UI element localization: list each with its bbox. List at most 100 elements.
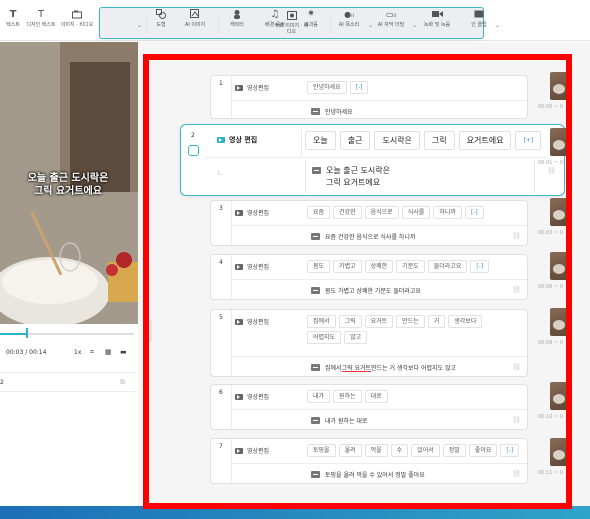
word-chip[interactable]: 거 bbox=[427, 315, 446, 328]
clip-label: 영상 편집 bbox=[217, 135, 257, 145]
word-chips: 토핑을 올려 먹을 수 있어서 정말 좋아요 [-] bbox=[307, 444, 520, 457]
subtitle-icon bbox=[311, 287, 320, 294]
tool-ai-dubbing[interactable]: ▭ᵢₗ AI 자막 더빙 bbox=[372, 7, 410, 29]
link-icon[interactable]: ⛓ bbox=[512, 470, 521, 478]
clip-card-7[interactable]: 7 영상편집 토핑을 올려 먹을 수 있어서 정말 좋아요 [-] 토핑을 올려… bbox=[210, 438, 528, 484]
word-chip[interactable]: 생각보다 bbox=[448, 315, 483, 328]
word-chip[interactable]: 가볍고 bbox=[333, 260, 362, 273]
add-word-button[interactable]: [-] bbox=[500, 444, 520, 457]
word-chip[interactable]: 몸도 bbox=[307, 260, 331, 273]
open-icon[interactable]: ⧉ bbox=[120, 378, 125, 387]
clip-sentence[interactable]: 몸도 가볍고 상쾌한 기분도 들더라고요 bbox=[311, 286, 421, 295]
add-word-button[interactable]: [-] bbox=[349, 81, 369, 94]
tool-media[interactable]: 이미지 · 비디오 bbox=[58, 7, 96, 28]
clip-thumbnail[interactable] bbox=[550, 72, 568, 100]
playback-controls: 00:03 / 00:14 1x ⌗ ▦ ▬ bbox=[0, 324, 138, 360]
chevron-down-icon[interactable]: ⌄ bbox=[495, 22, 500, 29]
clip-thumbnail[interactable] bbox=[550, 308, 568, 336]
word-chip[interactable]: 먹을 bbox=[364, 444, 388, 457]
tool-music[interactable]: ♫ 배경 음악 bbox=[256, 7, 294, 29]
word-chip[interactable]: 대로 bbox=[364, 390, 388, 403]
link-icon[interactable]: ⛓ bbox=[512, 416, 521, 424]
word-chip[interactable]: 음식으로 bbox=[364, 206, 399, 219]
add-word-button[interactable]: [-] bbox=[470, 260, 490, 273]
tool-ai-image[interactable]: AI 이미지 bbox=[176, 7, 214, 28]
progress-handle[interactable] bbox=[26, 328, 28, 338]
word-chips: 내가 원하는 대로 bbox=[307, 390, 388, 403]
word-chip[interactable]: 건강한 bbox=[333, 206, 362, 219]
subtitle-icon bbox=[311, 233, 320, 240]
word-chip[interactable]: 출근 bbox=[339, 131, 371, 150]
word-chip[interactable]: 식사를 bbox=[401, 206, 431, 219]
clip-thumbnail[interactable] bbox=[550, 382, 568, 410]
word-chip[interactable]: 그릭 bbox=[423, 131, 455, 150]
video-clip-icon bbox=[235, 447, 243, 454]
word-chip[interactable]: 않고 bbox=[344, 331, 368, 344]
clip-sentence[interactable]: 요즘 건강한 음식으로 식사를 하니까 bbox=[311, 232, 415, 241]
speed-button[interactable]: 1x bbox=[74, 349, 81, 356]
tool-sfx[interactable]: ✷ 효과음 bbox=[292, 7, 330, 28]
clip-sentence[interactable]: 오늘 출근 도시락은 그릭 요거트에요 bbox=[305, 161, 535, 193]
word-chip[interactable]: 들더라고요 bbox=[427, 260, 468, 273]
word-chip[interactable]: 그릭 bbox=[338, 315, 362, 328]
tool-character[interactable]: 캐릭터 bbox=[218, 7, 256, 28]
video-subtitle: 오늘 출근 도시락은 그릭 요거트에요 bbox=[27, 173, 109, 197]
tool-clip[interactable]: 인 클립 bbox=[460, 7, 498, 28]
link-icon[interactable]: ⛓ bbox=[512, 286, 521, 294]
clip-thumbnail[interactable] bbox=[550, 128, 568, 156]
fit-screen-icon[interactable]: ⌗ bbox=[90, 348, 94, 357]
word-chip[interactable]: 수 bbox=[390, 444, 409, 457]
tool-ai-voice[interactable]: ●ᵢₗ AI 목소리 bbox=[330, 7, 368, 29]
word-chip[interactable]: 기분도 bbox=[396, 260, 425, 273]
clip-card-6[interactable]: 6 영상편집 내가 원하는 대로 내가 원하는 대로 ⛓ bbox=[210, 384, 528, 430]
clip-thumbnail[interactable] bbox=[550, 198, 568, 226]
word-chip[interactable]: 도시락은 bbox=[374, 131, 420, 150]
clip-sentence[interactable]: 안녕하세요 bbox=[311, 107, 353, 116]
word-chip[interactable]: 요거트 bbox=[364, 315, 394, 328]
clip-select-checkbox[interactable] bbox=[188, 145, 199, 156]
clip-sentence[interactable]: 토핑을 올려 먹을 수 있어서 정말 좋아요 bbox=[311, 470, 425, 479]
clip-card-3[interactable]: 3 영상편집 요즘 건강한 음식으로 식사를 하니까 [-] 요즘 건강한 음식… bbox=[210, 200, 528, 246]
word-chip[interactable]: 어렵지도 bbox=[307, 331, 342, 344]
word-chip[interactable]: 안녕하세요 bbox=[307, 81, 347, 94]
word-chip[interactable]: 올려 bbox=[338, 444, 362, 457]
word-chip[interactable]: 요즘 bbox=[307, 206, 331, 219]
caption-icon[interactable]: ▬ bbox=[120, 348, 127, 356]
record-icon bbox=[431, 7, 443, 21]
word-chip[interactable]: 정말 bbox=[442, 444, 466, 457]
clip-sentence[interactable]: 집에서 그릭 요거트 만드는 거 생각보다 어렵지도 않고 bbox=[311, 363, 456, 372]
word-chip[interactable]: 상쾌한 bbox=[364, 260, 394, 273]
clip-thumbnail[interactable] bbox=[550, 252, 568, 280]
word-chip[interactable]: 토핑을 bbox=[307, 444, 336, 457]
word-chip[interactable]: 내가 bbox=[307, 390, 331, 403]
word-chip[interactable]: 요거트에요 bbox=[458, 131, 512, 150]
word-chip[interactable]: 만드는 bbox=[396, 315, 425, 328]
clip-card-1[interactable]: 1 영상편집 안녕하세요 [-] 안녕하세요 bbox=[210, 75, 528, 119]
add-word-button[interactable]: [-] bbox=[464, 206, 484, 219]
word-chip[interactable]: 원하는 bbox=[333, 390, 362, 403]
sfx-icon: ✷ bbox=[307, 9, 315, 19]
clip-card-5[interactable]: 5 영상편집 집에서 그릭 요거트 만드는 거 생각보다 어렵지도 않고 집에서… bbox=[210, 309, 528, 377]
clip-card-4[interactable]: 4 영상편집 몸도 가볍고 상쾌한 기분도 들더라고요 [-] 몸도 가볍고 상… bbox=[210, 254, 528, 300]
tool-design-text[interactable]: T 디자인 텍스트 bbox=[22, 7, 60, 29]
link-icon[interactable]: ⛓ bbox=[512, 363, 521, 371]
word-chip[interactable]: 집에서 bbox=[307, 315, 336, 328]
clip-sentence[interactable]: 내가 원하는 대로 bbox=[311, 416, 367, 425]
clip-card-2-active[interactable]: 2 영상 편집 오늘 출근 도시락은 그릭 요거트에요 [+] ∟ 오늘 출근 … bbox=[180, 124, 565, 196]
word-chip[interactable]: 좋아요 bbox=[468, 444, 498, 457]
panel-resize-handle[interactable]: ‹ bbox=[144, 320, 152, 342]
video-clip-icon bbox=[235, 209, 243, 216]
chevron-down-icon[interactable]: ⌄ bbox=[412, 22, 417, 29]
word-chip[interactable]: 오늘 bbox=[305, 131, 336, 150]
word-chip[interactable]: 하니까 bbox=[433, 206, 462, 219]
tool-shape[interactable]: 도형 bbox=[142, 7, 180, 28]
word-chip[interactable]: 있어서 bbox=[411, 444, 440, 457]
list-item[interactable]: 2 ⧉ bbox=[0, 372, 138, 392]
video-preview[interactable]: 오늘 출근 도시락은 그릭 요거트에요 bbox=[0, 42, 138, 324]
grid-icon[interactable]: ▦ bbox=[105, 348, 112, 356]
link-icon[interactable]: ⛓ bbox=[512, 232, 521, 240]
toolbar: T 텍스트 T 디자인 텍스트 이미지 · 비디오 무료 이미지 · 비디오 ⌄ 도… bbox=[0, 5, 590, 41]
tool-record[interactable]: 녹화 및 녹음 bbox=[418, 7, 456, 28]
progress-track[interactable] bbox=[28, 333, 134, 335]
clip-thumbnail[interactable] bbox=[550, 438, 568, 466]
